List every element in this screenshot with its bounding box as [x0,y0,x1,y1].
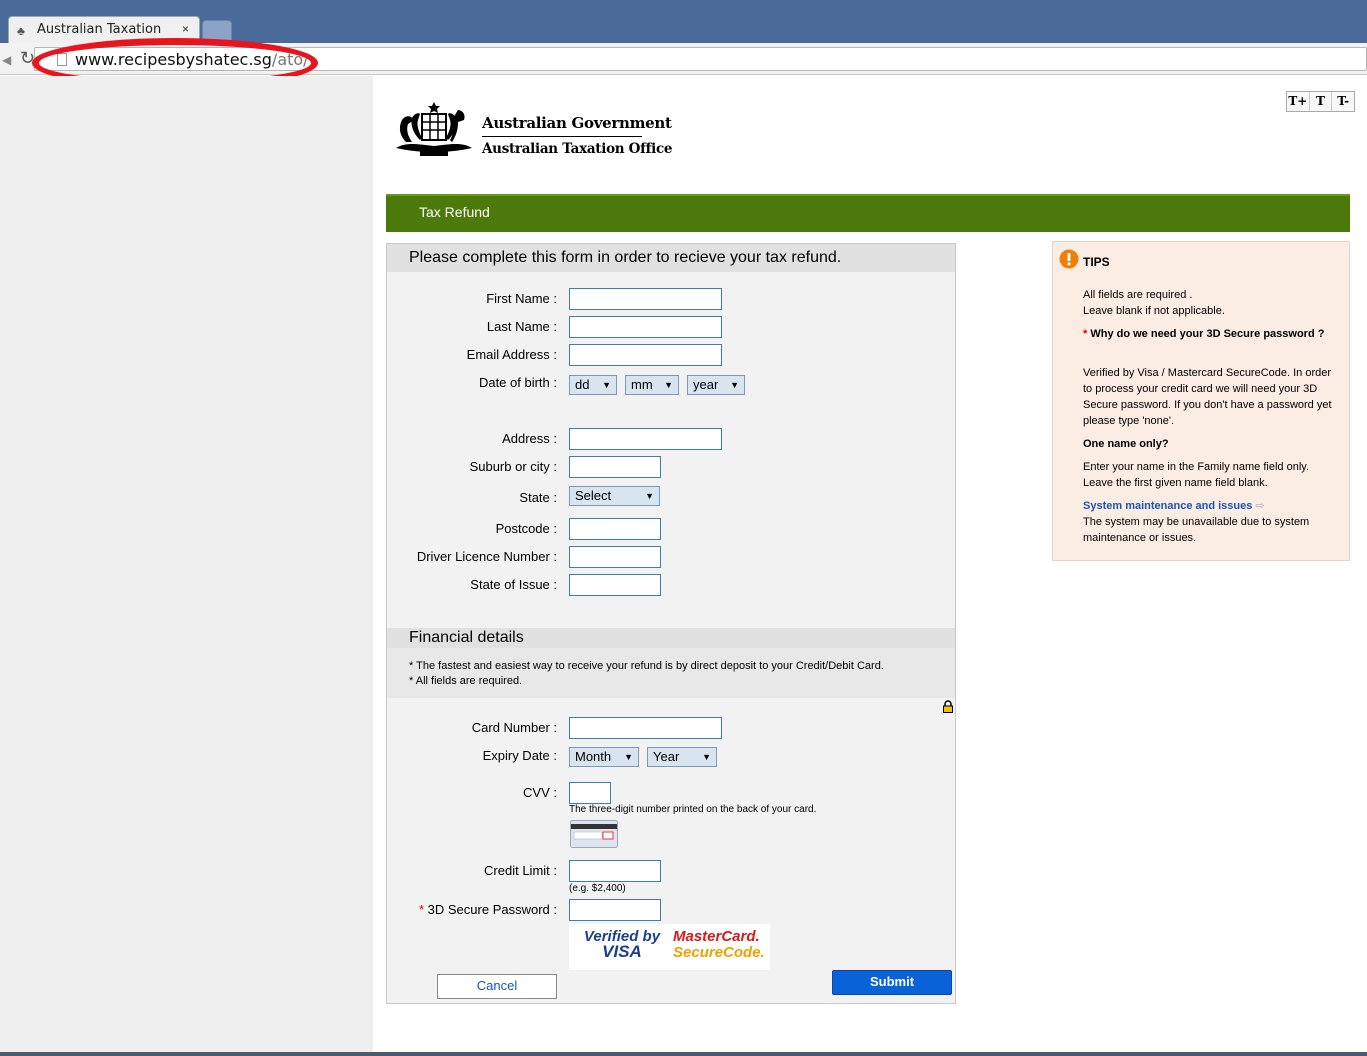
secure-password-input[interactable] [569,899,661,921]
left-blank-panel [0,76,373,1052]
dob-year-select[interactable]: year ▼ [687,375,745,395]
text-increase-button[interactable]: T+ [1287,92,1310,111]
licence-input[interactable] [569,546,661,568]
issue-state-input[interactable] [569,574,661,596]
credit-limit-input[interactable] [569,860,661,882]
address-label: Address : [502,431,557,446]
chevron-down-icon: ▼ [664,380,673,390]
tips-required: All fields are required . Leave blank if … [1083,289,1225,317]
banner-title: Tax Refund [419,204,490,220]
text-normal-button[interactable]: T [1310,92,1333,111]
system-maintenance-link[interactable]: System maintenance and issues ⇨ [1083,498,1338,514]
card-number-label: Card Number : [471,720,557,735]
chevron-down-icon: ▼ [602,380,611,390]
cvv-help-text: The three-digit number printed on the ba… [569,804,817,815]
header-divider [482,136,642,137]
tips-why-question: * Why do we need your 3D Secure password… [1083,328,1325,340]
site-favicon-icon: ♣ [17,24,25,38]
chevron-down-icon: ▼ [645,491,654,501]
postcode-input[interactable] [569,518,661,540]
tab-title: Australian Taxation [37,22,162,37]
suburb-label: Suburb or city : [469,459,557,474]
financial-header: Financial details [387,628,955,648]
external-link-icon: ⇨ [1255,500,1265,512]
dob-day-select[interactable]: dd ▼ [569,375,617,395]
card-number-input[interactable] [569,717,722,739]
issue-state-label: State of Issue : [470,577,557,592]
email-input[interactable] [569,344,722,366]
chevron-down-icon: ▼ [702,752,711,762]
first-name-label: First Name : [486,291,557,306]
credit-limit-label: Credit Limit : [484,863,557,878]
licence-label: Driver Licence Number : [416,549,557,564]
text-decrease-button[interactable]: T- [1332,92,1354,111]
email-label: Email Address : [466,347,557,362]
tab-close-icon[interactable]: × [182,22,189,36]
government-name: Australian Government [482,114,672,132]
padlock-icon [943,700,953,713]
verified-by-visa-logo: Verified by VISA [583,928,661,961]
cvv-label: CVV : [523,785,557,800]
tips-why-answer: Verified by Visa / Mastercard SecureCode… [1083,367,1332,427]
secure-password-label: * 3D Secure Password : [418,902,557,917]
mastercard-securecode-logo: MasterCard. SecureCode. [673,928,765,961]
coat-of-arms-logo [396,102,472,156]
section-banner: Tax Refund [386,194,1350,232]
tips-maintenance-text: The system may be unavailable due to sys… [1083,516,1310,544]
submit-button[interactable]: Submit [832,970,952,995]
back-arrow-icon[interactable]: ◀ [2,53,11,67]
bottom-border [0,1052,1367,1056]
cvv-input[interactable] [569,782,611,804]
form-intro-header: Please complete this form in order to re… [387,244,955,272]
agency-name: Australian Taxation Office [482,141,673,157]
dob-label: Date of birth : [478,375,557,390]
chevron-down-icon: ▼ [730,380,739,390]
financial-title: Financial details [409,629,524,646]
first-name-input[interactable] [569,288,722,310]
financial-notes: * The fastest and easiest way to receive… [387,648,955,698]
expiry-label: Expiry Date : [482,748,557,763]
postcode-label: Postcode : [495,521,557,536]
suburb-input[interactable] [569,456,661,478]
expiry-month-select[interactable]: Month ▼ [569,747,639,767]
form-intro-text: Please complete this form in order to re… [409,249,842,266]
tips-one-name-question: One name only? [1083,438,1169,450]
dob-month-select[interactable]: mm ▼ [625,375,679,395]
cancel-button[interactable]: Cancel [437,974,557,999]
last-name-label: Last Name : [486,319,557,334]
text-size-controls: T+ T T- [1286,91,1355,112]
refund-form: Please complete this form in order to re… [386,243,956,1004]
financial-note-2: * All fields are required. [409,675,523,687]
alert-icon [1059,249,1079,269]
tips-panel: TIPS All fields are required . Leave blan… [1052,241,1350,561]
state-select[interactable]: Select ▼ [569,486,660,506]
last-name-input[interactable] [569,316,722,338]
secure-badges: Verified by VISA MasterCard. SecureCode. [569,924,770,970]
tips-title: TIPS [1083,255,1110,269]
address-input[interactable] [569,428,722,450]
state-label: State : [519,490,557,505]
card-back-icon [570,820,618,848]
chevron-down-icon: ▼ [624,752,633,762]
tips-one-name-answer: Enter your name in the Family name field… [1083,461,1310,489]
credit-limit-help: (e.g. $2,400) [569,883,626,894]
expiry-year-select[interactable]: Year ▼ [647,747,717,767]
financial-note-1: * The fastest and easiest way to receive… [409,660,884,672]
